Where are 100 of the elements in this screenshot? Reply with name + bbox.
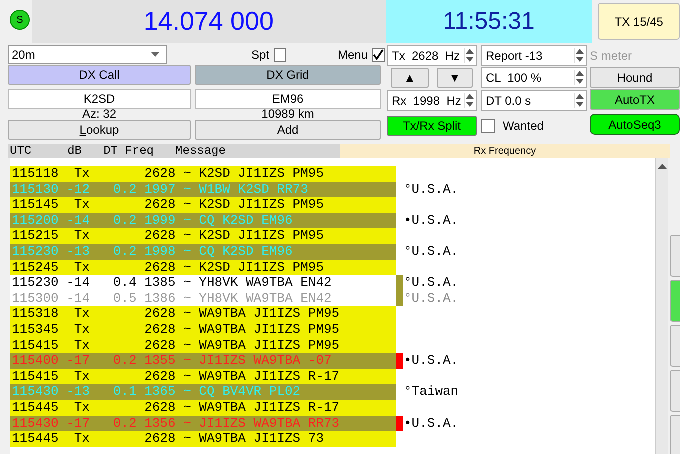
table-cell-text: 115200 bbox=[12, 212, 60, 228]
table-cell-text: Tx bbox=[73, 166, 90, 182]
report-spinbox[interactable]: Report -13 bbox=[481, 45, 587, 66]
azimuth-text: Az: 32 bbox=[82, 107, 117, 121]
lookup-button[interactable]: Lookup bbox=[8, 120, 191, 140]
table-cell: ~ CQ BV4VR PL02 bbox=[184, 384, 301, 400]
table-row[interactable]: 115318 Tx 2628 ~ WA9TBA JI1IZS PM95 bbox=[10, 306, 396, 322]
table-row[interactable]: 115415 Tx 2628 ~ WA9TBA JI1IZS PM95 bbox=[10, 338, 396, 354]
spin-arrows-icon[interactable] bbox=[574, 48, 584, 63]
table-cell: ~ K2SD JI1IZS PM95 bbox=[184, 166, 324, 182]
table-cell: 2628 bbox=[144, 368, 176, 384]
column-header: DT bbox=[102, 143, 118, 160]
table-cell: -14 bbox=[66, 290, 90, 306]
tx-period-button[interactable]: TX 15/45 bbox=[598, 3, 680, 40]
table-cell-text: 0.2 bbox=[112, 244, 137, 260]
table-cell-text: 115345 bbox=[12, 322, 60, 338]
table-cell: 2628 bbox=[144, 197, 176, 213]
dropdown-caret-icon bbox=[150, 52, 160, 57]
table-cell: -14 bbox=[66, 275, 90, 291]
rx-frequency-spinbox[interactable]: Rx 1998 Hz bbox=[387, 90, 477, 111]
auto-seq-button[interactable]: AutoSeq3 bbox=[590, 114, 680, 135]
table-cell: 1356 bbox=[144, 416, 176, 432]
table-cell: ~ W1BW K2SD RR73 bbox=[184, 182, 308, 198]
table-cell: 2628 bbox=[144, 400, 176, 416]
dx-call-field[interactable]: K2SD bbox=[8, 89, 191, 109]
table-cell: ~ K2SD JI1IZS PM95 bbox=[184, 197, 324, 213]
table-cell-text: Tx bbox=[73, 400, 90, 416]
table-cell-text: Tx bbox=[73, 228, 90, 244]
table-cell: -17 bbox=[66, 416, 90, 432]
wanted-checkbox[interactable] bbox=[481, 119, 495, 133]
table-cell: ~ K2SD JI1IZS PM95 bbox=[184, 260, 324, 276]
dx-grid-field[interactable]: EM96 bbox=[195, 89, 381, 109]
spin-arrows-icon[interactable] bbox=[464, 93, 474, 108]
table-cell-text: 115245 bbox=[12, 260, 60, 276]
table-row[interactable]: 115145 Tx 2628 ~ K2SD JI1IZS PM95 bbox=[10, 197, 396, 213]
table-cell-text: 115230 bbox=[12, 244, 60, 260]
table-cell-text: 115300 bbox=[12, 290, 60, 306]
table-cell: -12 bbox=[66, 182, 90, 198]
spot-checkbox[interactable] bbox=[274, 48, 286, 62]
spot-label: Spt bbox=[252, 46, 270, 64]
table-cell-text: 0.2 bbox=[112, 416, 137, 432]
clock-display: 11:55:31 bbox=[386, 0, 592, 43]
table-row[interactable]: 115445 Tx 2628 ~ WA9TBA JI1IZS 73 bbox=[10, 431, 396, 447]
table-cell-text: 115445 bbox=[12, 400, 60, 416]
table-cell: ~ K2SD JI1IZS PM95 bbox=[184, 228, 324, 244]
table-cell: ~ CQ K2SD EM96 bbox=[184, 244, 293, 260]
table-cell-text: 115145 bbox=[12, 197, 60, 213]
table-cell: 2628 bbox=[144, 322, 176, 338]
table-row[interactable]: 115245 Tx 2628 ~ K2SD JI1IZS PM95 bbox=[10, 260, 396, 276]
band-dropdown[interactable]: 20m bbox=[8, 45, 167, 64]
frequency-display: 14.074 000 bbox=[32, 0, 386, 43]
dx-grid-button[interactable]: DX Grid bbox=[195, 65, 381, 85]
table-cell-text: 115430 bbox=[12, 416, 60, 432]
table-cell-text: 115415 bbox=[12, 338, 60, 354]
table-cell-text: 0.1 bbox=[112, 384, 137, 400]
dt-spinbox[interactable]: DT 0.0 s bbox=[481, 90, 587, 111]
country-text: •U.S.A. bbox=[404, 416, 459, 432]
tx-frequency-spinbox[interactable]: Tx 2628 Hz bbox=[387, 45, 477, 66]
table-cell: 1386 bbox=[144, 290, 176, 306]
table-cell: 1385 bbox=[144, 275, 176, 291]
table-cell-text: 115400 bbox=[12, 353, 60, 369]
auto-tx-button[interactable]: AutoTX bbox=[590, 89, 680, 110]
table-row[interactable]: 115345 Tx 2628 ~ WA9TBA JI1IZS PM95 bbox=[10, 322, 396, 338]
table-cell-text: 115318 bbox=[12, 306, 60, 322]
spin-arrows-icon[interactable] bbox=[464, 48, 474, 63]
table-row[interactable]: 115215 Tx 2628 ~ K2SD JI1IZS PM95 bbox=[10, 228, 396, 244]
country-text: °Taiwan bbox=[404, 384, 459, 400]
table-cell: 2628 bbox=[144, 228, 176, 244]
split-button[interactable]: Tx/Rx Split bbox=[387, 116, 477, 136]
table-row[interactable]: 115415 Tx 2628 ~ WA9TBA JI1IZS R-17 bbox=[10, 368, 396, 384]
down-button[interactable]: ▼ bbox=[437, 68, 473, 88]
table-cell-text: 115130 bbox=[12, 182, 60, 198]
column-header: Freq bbox=[125, 143, 154, 160]
table-cell-text: 0.4 bbox=[112, 275, 137, 291]
scrollbar[interactable] bbox=[655, 158, 668, 454]
scroll-up-icon[interactable] bbox=[658, 164, 668, 170]
table-cell: ~ WA9TBA JI1IZS R-17 bbox=[184, 400, 340, 416]
table-cell: -13 bbox=[66, 384, 90, 400]
table-cell-text: 115445 bbox=[12, 431, 60, 447]
table-cell: ~ JI1IZS WA9TBA -07 bbox=[184, 353, 332, 369]
table-cell: 1355 bbox=[144, 353, 176, 369]
spin-arrows-icon[interactable] bbox=[574, 93, 584, 108]
table-row[interactable]: 115118 Tx 2628 ~ K2SD JI1IZS PM95 bbox=[10, 166, 396, 182]
dx-call-button[interactable]: DX Call bbox=[8, 65, 191, 85]
table-cell-text: Tx bbox=[73, 338, 90, 354]
table-cell: 1999 bbox=[144, 212, 176, 228]
column-header: Message bbox=[176, 143, 226, 160]
table-cell: ~ YH8VK WA9TBA EN42 bbox=[184, 275, 332, 291]
cl-spinbox[interactable]: CL 100 % bbox=[481, 67, 587, 88]
table-cell: 2628 bbox=[144, 431, 176, 447]
add-button[interactable]: Add bbox=[195, 120, 381, 140]
menu-checkbox[interactable] bbox=[372, 48, 385, 62]
table-cell-text: 115430 bbox=[12, 384, 60, 400]
table-cell-text: 115230 bbox=[12, 275, 60, 291]
spin-arrows-icon[interactable] bbox=[574, 70, 584, 85]
hound-button[interactable]: Hound bbox=[590, 67, 680, 88]
up-button[interactable]: ▲ bbox=[391, 68, 429, 88]
table-cell-text: 0.5 bbox=[112, 290, 137, 306]
table-cell-text: 115118 bbox=[12, 166, 60, 182]
table-row[interactable]: 115445 Tx 2628 ~ WA9TBA JI1IZS R-17 bbox=[10, 400, 396, 416]
